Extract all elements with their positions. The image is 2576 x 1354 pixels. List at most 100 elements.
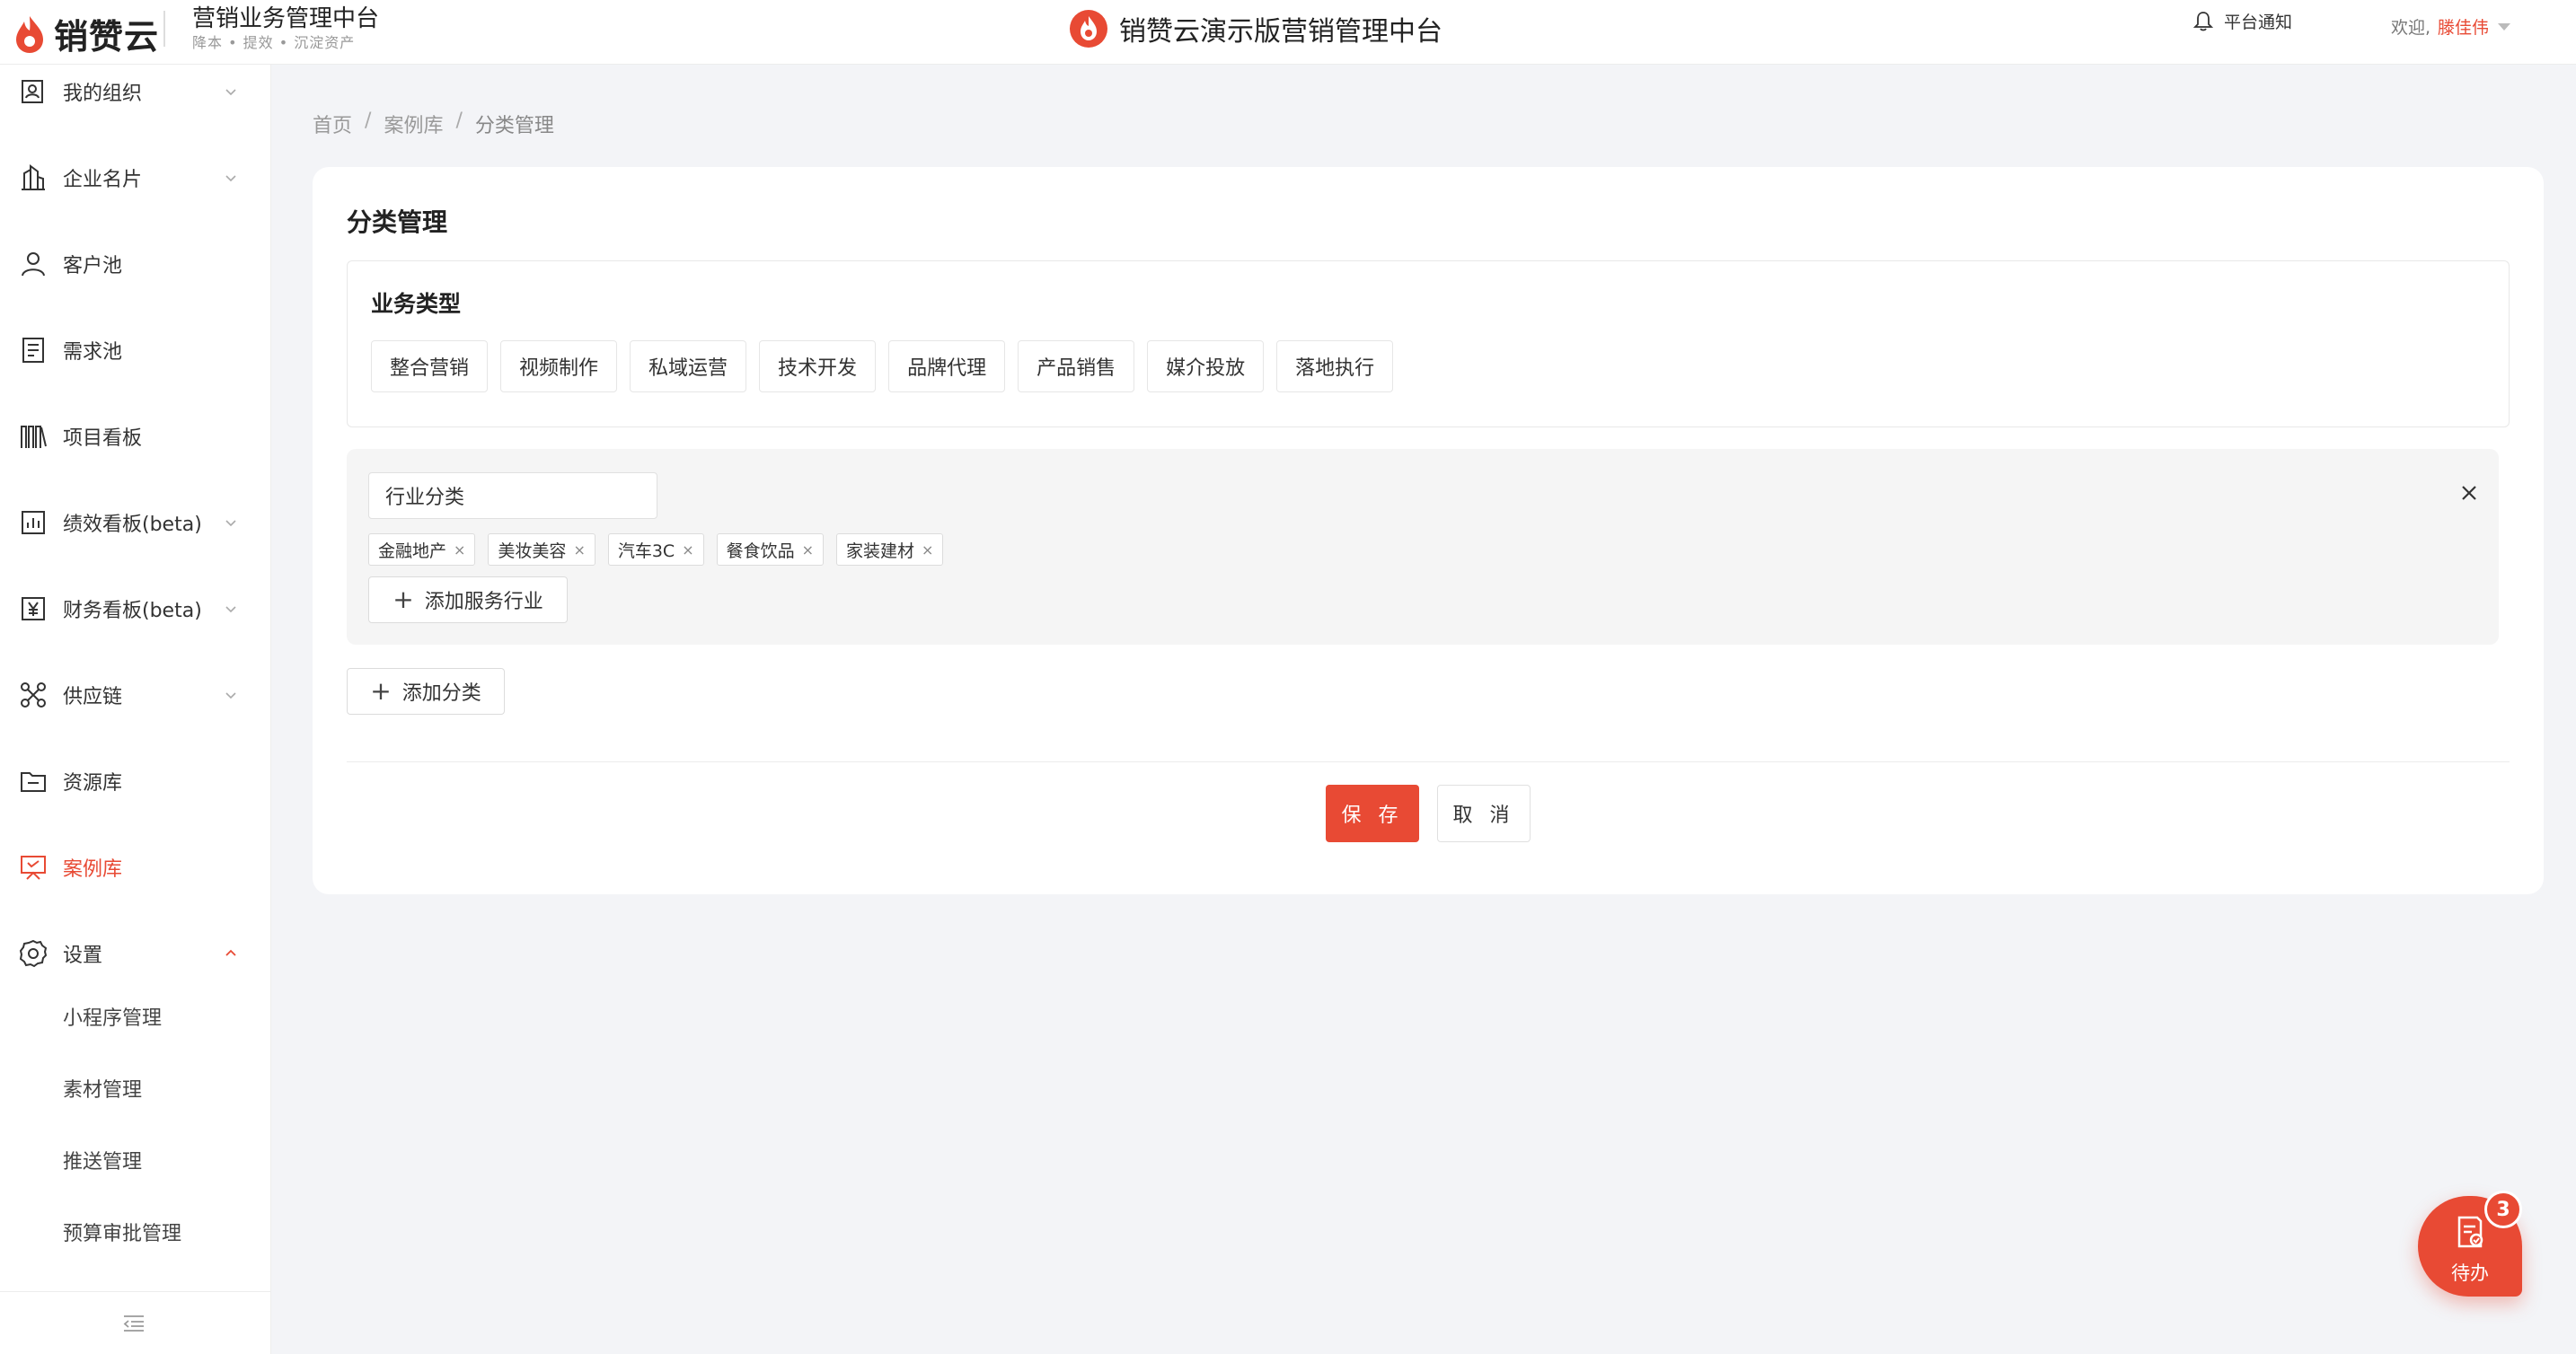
industry-tag-label: 餐食饮品 [726, 541, 795, 561]
breadcrumb-current: 分类管理 [474, 115, 554, 137]
sidebar-item-label: 财务看板(beta) [63, 600, 202, 622]
business-tag[interactable]: 私域运营 [630, 340, 747, 392]
industry-tag-label: 家装建材 [846, 541, 915, 561]
breadcrumb-home[interactable]: 首页 [313, 110, 352, 138]
todo-float-button[interactable]: 待办 3 [2418, 1191, 2522, 1297]
sidebar-subitem-material[interactable]: 素材管理 [63, 1074, 142, 1103]
business-tag[interactable]: 落地执行 [1276, 340, 1394, 392]
add-industry-label: 添加服务行业 [424, 591, 543, 613]
industry-tag: 美妆美容 × [488, 533, 595, 566]
todo-list-icon [2457, 1216, 2483, 1248]
sidebar-item-customer-pool[interactable]: 客户池 [0, 237, 271, 291]
remove-tag-icon[interactable]: × [802, 541, 814, 558]
caret-down-icon [2498, 22, 2511, 31]
sidebar-item-label: 案例库 [63, 858, 123, 881]
industry-tag-label: 汽车3C [617, 541, 675, 561]
sidebar-item-project-board[interactable]: 项目看板 [0, 409, 271, 463]
remove-tag-icon[interactable]: × [922, 541, 933, 558]
category-name-input[interactable]: 行业分类 [368, 472, 657, 519]
industry-tag-label: 金融地产 [378, 541, 447, 561]
breadcrumb-case-library[interactable]: 案例库 [384, 110, 443, 138]
todo-label: 待办 [2451, 1262, 2489, 1284]
form-divider [347, 761, 2510, 762]
sidebar-subitem-push[interactable]: 推送管理 [63, 1146, 142, 1174]
industry-tag: 餐食饮品 × [716, 533, 825, 566]
breadcrumb: 首页 / 案例库 / 分类管理 [313, 110, 554, 138]
business-tag[interactable]: 产品销售 [1018, 340, 1135, 392]
yen-icon [22, 597, 45, 620]
business-tag[interactable]: 视频制作 [500, 340, 618, 392]
chevron-down-icon [225, 520, 236, 527]
business-type-section: 业务类型 整合营销 视频制作 私域运营 技术开发 品牌代理 产品销售 媒介投放 … [347, 260, 2510, 427]
notify-label: 平台通知 [2224, 13, 2293, 32]
sidebar-item-company-card[interactable]: 企业名片 [0, 151, 271, 205]
business-tag[interactable]: 技术开发 [759, 340, 877, 392]
business-tag[interactable]: 品牌代理 [888, 340, 1006, 392]
platform-notify[interactable]: 平台通知 [2193, 9, 2292, 33]
sidebar-subitem-miniprogram[interactable]: 小程序管理 [63, 1002, 162, 1031]
sidebar-item-label: 我的组织 [63, 83, 143, 105]
remove-tag-icon[interactable]: × [682, 541, 693, 558]
sidebar-item-label: 需求池 [63, 341, 123, 364]
cancel-button[interactable]: 取 消 [1437, 785, 1531, 842]
sidebar-item-label: 供应链 [63, 686, 123, 708]
building-icon [22, 164, 45, 190]
business-type-title: 业务类型 [371, 291, 462, 317]
sidebar-item-demand-pool[interactable]: 需求池 [0, 323, 271, 377]
sidebar-item-case-library[interactable]: 案例库 [0, 840, 271, 894]
sidebar-item-label: 设置 [63, 945, 103, 967]
bell-icon [2193, 11, 2213, 31]
header-divider [163, 11, 165, 47]
app-title: 营销业务管理中台 [192, 5, 380, 32]
chevron-down-icon [225, 692, 236, 699]
business-tag[interactable]: 媒介投放 [1147, 340, 1265, 392]
document-icon [22, 338, 44, 363]
breadcrumb-separator: / [455, 110, 463, 132]
sidebar: 我的组织 企业名片 客户池 需求池 项目看板 绩效看板(beta) 财务看板(b… [0, 65, 271, 1354]
sidebar-item-org[interactable]: 我的组织 [0, 65, 271, 119]
center-title-text: 销赞云演示版营销管理中台 [1119, 16, 1442, 48]
user-icon [22, 252, 45, 277]
remove-tag-icon[interactable]: × [573, 541, 585, 558]
sidebar-item-label: 客户池 [63, 255, 123, 277]
chevron-down-icon [225, 89, 236, 96]
books-icon [21, 426, 47, 448]
plus-icon: + [370, 676, 392, 706]
sidebar-subitem-budget-approval[interactable]: 预算审批管理 [63, 1218, 181, 1246]
top-header: 销赞云 营销业务管理中台 降本 • 提效 • 沉淀资产 销赞云演示版营销管理中台… [0, 0, 2576, 65]
welcome-label: 欢迎, [2391, 18, 2431, 38]
add-industry-button[interactable]: + 添加服务行业 [368, 576, 568, 623]
app-root: 销赞云 营销业务管理中台 降本 • 提效 • 沉淀资产 销赞云演示版营销管理中台… [0, 0, 2576, 1354]
industry-tag: 金融地产 × [368, 533, 476, 566]
industry-tag-label: 美妆美容 [498, 541, 567, 561]
sidebar-item-performance[interactable]: 绩效看板(beta) [0, 496, 271, 550]
user-menu[interactable]: 欢迎, 滕佳伟 [2391, 14, 2511, 39]
sidebar-item-supply-chain[interactable]: 供应链 [0, 668, 271, 722]
center-title: 销赞云演示版营销管理中台 [1069, 9, 1442, 48]
chart-icon [22, 511, 45, 534]
industry-tag: 家装建材 × [836, 533, 944, 566]
remove-tag-icon[interactable]: × [454, 541, 465, 558]
industry-tag: 汽车3C × [607, 533, 704, 566]
close-icon[interactable] [2457, 481, 2481, 505]
brand-circle-icon [1070, 10, 1107, 48]
sidebar-item-label: 项目看板 [63, 427, 143, 450]
sidebar-item-finance[interactable]: 财务看板(beta) [0, 582, 271, 636]
logo[interactable]: 销赞云 [13, 9, 159, 58]
add-category-label: 添加分类 [401, 682, 481, 705]
sidebar-item-resource[interactable]: 资源库 [0, 754, 271, 808]
chevron-down-icon [225, 175, 236, 182]
add-category-button[interactable]: + 添加分类 [347, 668, 505, 715]
app-subtitle: 降本 • 提效 • 沉淀资产 [192, 34, 356, 51]
chevron-down-icon [225, 606, 236, 613]
collapse-menu-icon[interactable] [122, 1314, 146, 1333]
presentation-icon [21, 856, 46, 880]
sidebar-item-settings[interactable]: 设置 [0, 927, 271, 980]
business-tag[interactable]: 整合营销 [371, 340, 489, 392]
org-icon [22, 80, 43, 103]
industry-tag-list: 金融地产 × 美妆美容 × 汽车3C × 餐食饮品 × 家装建材 × [368, 533, 956, 566]
save-button[interactable]: 保 存 [1326, 785, 1419, 842]
chevron-up-icon [225, 949, 236, 956]
gear-icon [19, 939, 48, 968]
category-card: 分类管理 业务类型 整合营销 视频制作 私域运营 技术开发 品牌代理 产品销售 … [313, 167, 2544, 894]
